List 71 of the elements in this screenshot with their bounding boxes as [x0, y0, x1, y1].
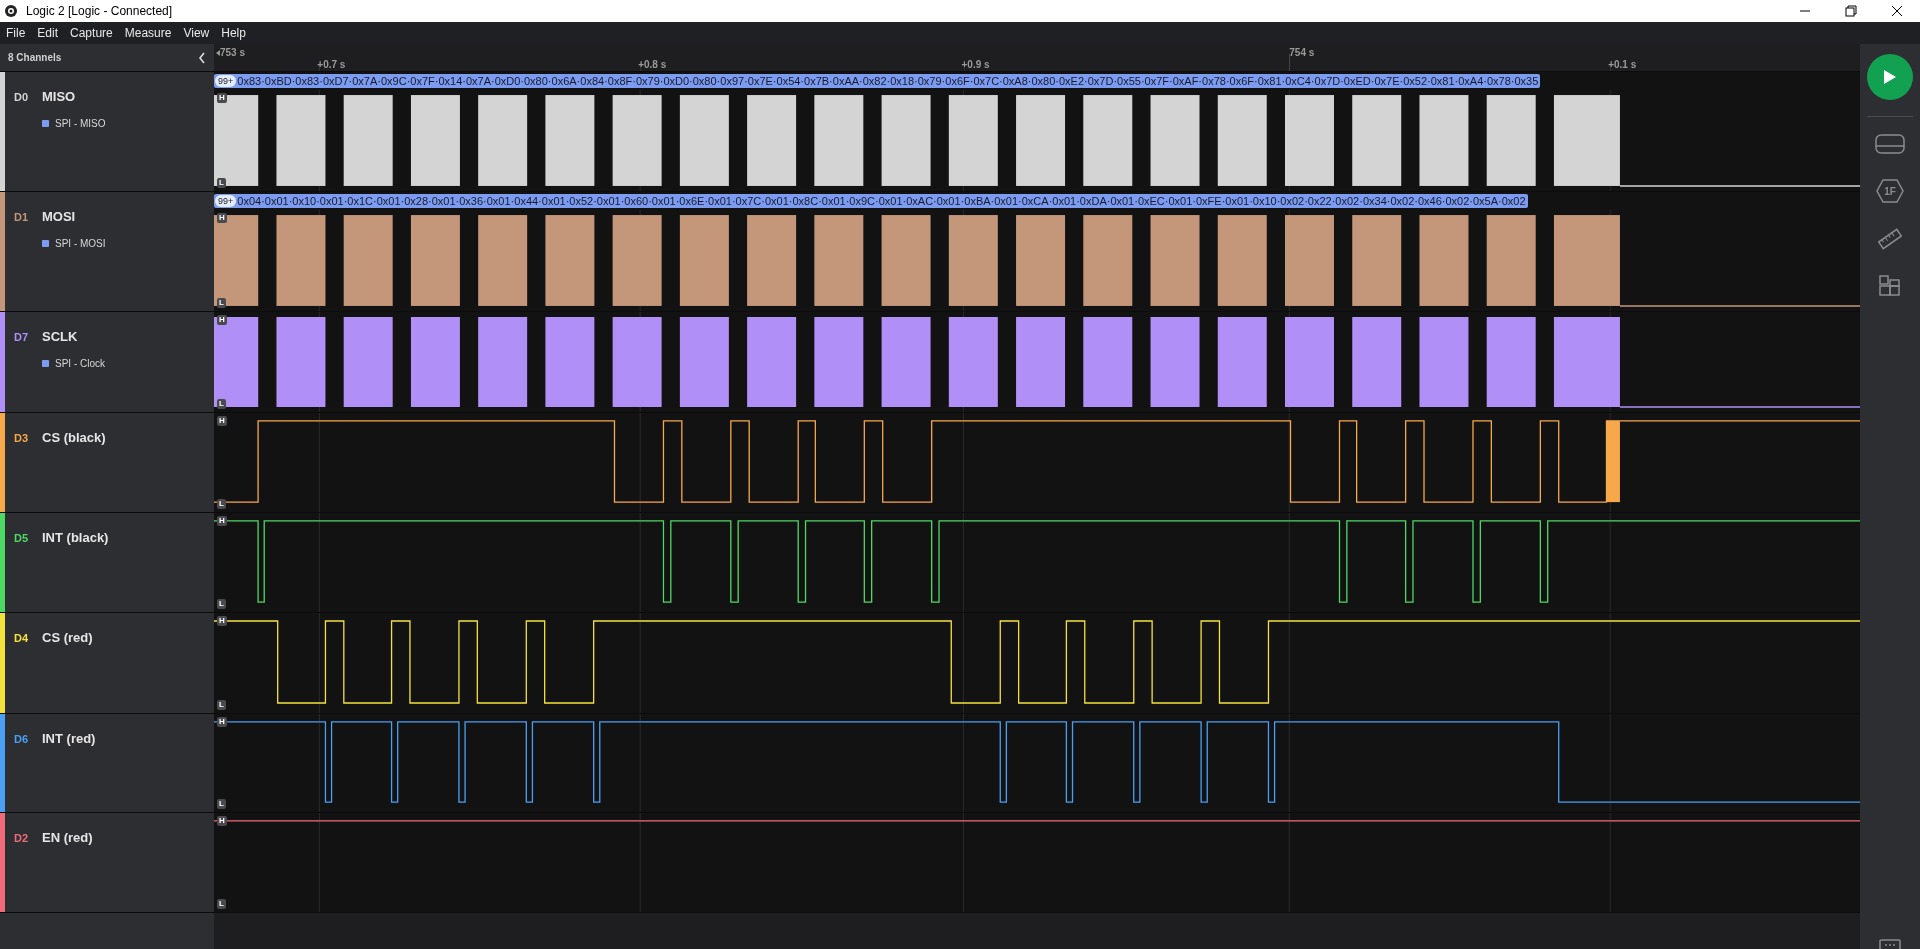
timeline-tick-label: +0.7 s [317, 58, 346, 72]
channel-label-panel[interactable]: D1 MOSI SPI - MOSI [0, 192, 214, 311]
channel-label-panel[interactable]: D6 INT (red) [0, 714, 214, 812]
timeline-tick-label: 754 s [1289, 46, 1315, 60]
play-icon [1883, 69, 1897, 85]
left-triangle-icon [216, 49, 220, 56]
menu-item[interactable]: View [183, 24, 210, 42]
window-title: Logic 2 [Logic - Connected] [26, 3, 173, 20]
extensions-icon[interactable] [1879, 275, 1901, 297]
menu-item[interactable]: Measure [124, 24, 172, 42]
high-level-label: H [217, 816, 227, 826]
high-level-label: H [217, 516, 227, 526]
low-level-label: L [217, 599, 226, 609]
menu-item[interactable]: Help [221, 24, 246, 42]
ruler-icon[interactable] [1878, 227, 1902, 251]
timeline-tick-label: +0.9 s [961, 58, 990, 72]
terminal-icon[interactable] [1879, 939, 1901, 949]
low-level-label: L [217, 499, 226, 509]
high-level-label: H [217, 93, 227, 103]
channel-id: D7 [14, 329, 28, 345]
low-level-label: L [217, 399, 226, 409]
channel-name: SCLK [42, 328, 78, 346]
low-level-label: L [217, 899, 226, 909]
count-badge: 99+ [215, 75, 237, 87]
channel-id: D2 [14, 830, 28, 846]
menu-item[interactable]: Capture [70, 24, 113, 42]
timeline-tick-label: +0.8 s [638, 58, 667, 72]
menu-item[interactable]: File [6, 24, 26, 42]
timeline-start: 753 s [220, 46, 246, 60]
count-badge: 99+ [215, 195, 237, 207]
high-level-label: H [217, 416, 227, 426]
channel-name: CS (red) [42, 629, 93, 647]
low-level-label: L [217, 178, 226, 188]
timeline-tick-label: +0.1 s [1608, 58, 1637, 72]
app-logo-icon [4, 4, 18, 18]
channel-name: CS (black) [42, 429, 106, 447]
channel-count: 8 Channels [8, 51, 62, 65]
channel-label-panel[interactable]: D7 SCLK SPI - Clock [0, 312, 214, 412]
channel-id: D5 [14, 530, 28, 546]
low-level-label: L [217, 799, 226, 809]
channel-id: D3 [14, 430, 28, 446]
low-level-label: L [217, 700, 226, 710]
channel-id: D6 [14, 731, 28, 747]
device-icon[interactable] [1874, 133, 1906, 155]
channel-label-panel[interactable]: D0 MISO SPI - MISO [0, 72, 214, 191]
channel-id: D0 [14, 89, 28, 105]
menu-item[interactable]: Edit [37, 24, 59, 42]
analyzer-label: SPI - Clock [55, 356, 105, 371]
high-level-label: H [217, 213, 227, 223]
channel-id: D1 [14, 209, 28, 225]
channel-name: INT (red) [42, 730, 96, 748]
channel-label-panel[interactable]: D5 INT (black) [0, 513, 214, 612]
channel-label-panel[interactable]: D2 EN (red) [0, 813, 214, 912]
analyzer-label: SPI - MOSI [55, 236, 106, 251]
channel-label-panel[interactable]: D3 CS (black) [0, 413, 214, 512]
decoded-bytes: 0x83·0xBD·0x83·0xD7·0x7A·0x9C·0x7F·0x14·0x7A·0xD0·0x80·0x6A·0x84·0x8F·0x79·0xD0·0x80·0x97·0x7E·0x54·0x7B·0xAA·0x82·0x18·0x79·0x6F·0x7C·0xA8·0x80·0xE2·0x7D·0x55·0x7F·0xAF·0x78·0x6F·0x81·0xC4·0x7D·0xED·0x7E·0x52·0x81·0xA4·0x78·0x35 [237, 74, 1539, 88]
high-level-label: H [217, 616, 227, 626]
analyzers-icon[interactable]: 1F [1876, 179, 1904, 203]
channel-name: INT (black) [42, 529, 109, 547]
decoded-bytes: 0x04·0x01·0x10·0x01·0x1C·0x01·0x28·0x01·0x36·0x01·0x44·0x01·0x52·0x01·0x60·0x01·0x6E·0x01·0x7C·0x01·0x8C·0x01·0x9C·0x01·0xAC·0x01·0xBA·0x01·0xCA·0x01·0xDA·0x01·0xEC·0x01·0xFE·0x01·0x10·0x02·0x22·0x02·0x34·0x02·0x46·0x02·0x5A·0x02 [237, 194, 1526, 208]
collapse-chevron-icon[interactable] [198, 51, 206, 64]
high-level-label: H [217, 315, 227, 325]
low-level-label: L [217, 298, 226, 308]
analyzer-label: SPI - MISO [55, 116, 106, 131]
high-level-label: H [217, 717, 227, 727]
channel-label-panel[interactable]: D4 CS (red) [0, 613, 214, 713]
channel-name: MISO [42, 88, 76, 106]
start-capture-button[interactable] [1867, 54, 1913, 100]
channel-name: MOSI [42, 208, 76, 226]
channel-id: D4 [14, 630, 28, 646]
channel-name: EN (red) [42, 829, 93, 847]
